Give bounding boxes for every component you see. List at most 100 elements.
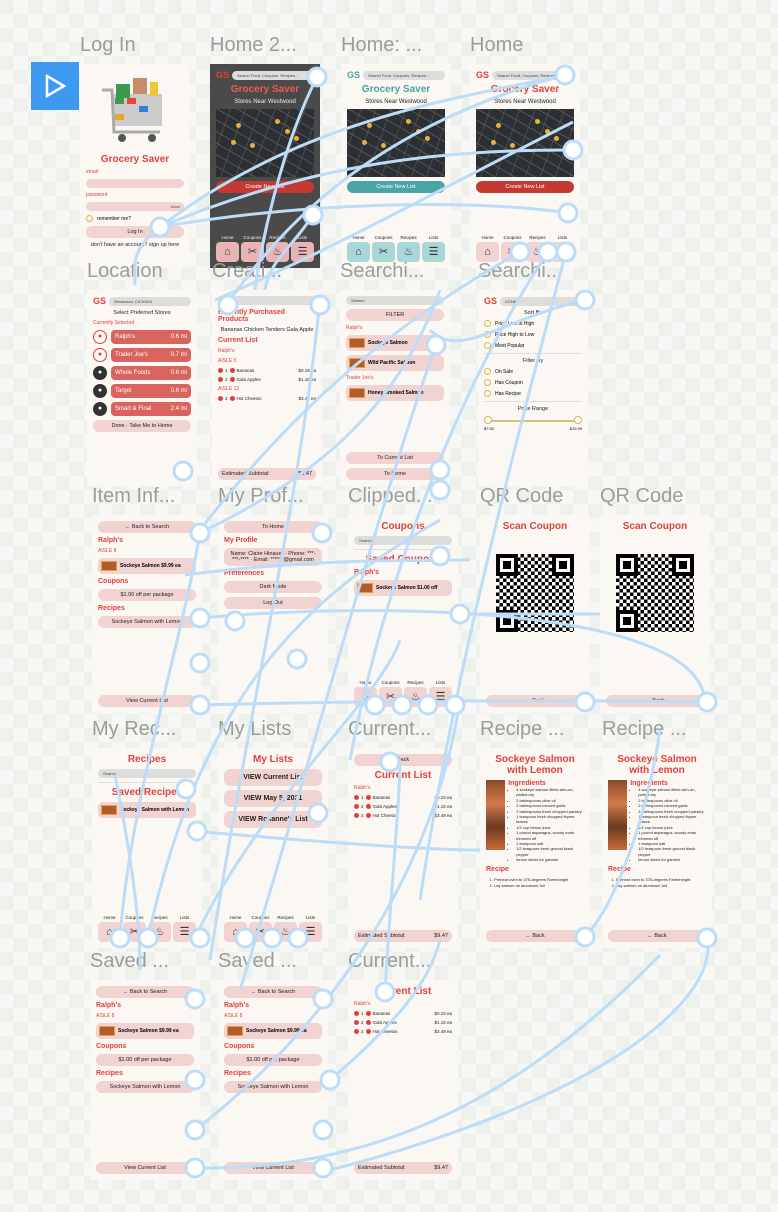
nav-coupons-icon[interactable]: ✂	[501, 242, 524, 262]
logo[interactable]: GS	[476, 70, 489, 80]
slider-handle-min[interactable]	[484, 416, 492, 424]
frame-title-recipe1[interactable]: Recipe ...	[480, 718, 564, 741]
radio-option[interactable]: On Sale	[484, 368, 582, 375]
button[interactable]: VIEW Current List	[224, 769, 322, 786]
store-button[interactable]: Trader Joe's 0.7 mi	[111, 348, 191, 362]
product-card[interactable]: Sockeye Salmon with Lemon	[98, 802, 196, 818]
button[interactable]: View Current List	[96, 1162, 194, 1174]
radio-option[interactable]: Most Popular	[484, 342, 582, 349]
map-pin-icon[interactable]	[415, 129, 421, 135]
frame-title-home[interactable]: Home	[470, 34, 523, 57]
input-field[interactable]	[86, 179, 184, 188]
button[interactable]: ← Back to Search	[98, 521, 196, 533]
nav-recipes-icon[interactable]: ♨	[266, 242, 289, 262]
button[interactable]: $1.00 off per package	[98, 589, 196, 601]
radio-icon[interactable]	[484, 320, 491, 327]
button[interactable]: View Current List	[224, 1162, 322, 1174]
button[interactable]: Create New List	[347, 181, 445, 193]
frame-title-mylists[interactable]: My Lists	[218, 718, 291, 741]
nav-lists-icon[interactable]: ☰	[291, 242, 314, 262]
frame-title-search2[interactable]: Searchi...	[478, 260, 562, 283]
nav-lists-icon[interactable]: ☰	[429, 687, 452, 707]
store-map[interactable]	[216, 109, 314, 177]
nav-home-icon[interactable]: ⌂	[216, 242, 239, 262]
frame-title-home3[interactable]: Home: ...	[341, 34, 422, 57]
product-card[interactable]: Sockeye Salmon	[346, 335, 444, 351]
minus-icon[interactable]	[218, 377, 223, 382]
minus-icon[interactable]	[354, 1011, 359, 1016]
plus-icon[interactable]	[229, 377, 235, 382]
nav-lists-icon[interactable]: ☰	[299, 922, 322, 942]
nav-home-icon[interactable]: ⌂	[347, 242, 370, 262]
minus-icon[interactable]	[354, 795, 359, 800]
logo[interactable]: GS	[484, 296, 497, 306]
slider-track[interactable]	[484, 416, 582, 426]
radio-icon[interactable]	[484, 368, 491, 375]
button[interactable]: Create New List	[216, 181, 314, 193]
minus-icon[interactable]	[354, 1029, 359, 1034]
nav-recipes-icon[interactable]: ♨	[404, 687, 427, 707]
minus-icon[interactable]	[218, 368, 223, 373]
input-field[interactable]: show	[86, 202, 184, 211]
button[interactable]: ← Back	[608, 930, 706, 942]
product-card[interactable]: Wild Pacific Salmon	[346, 355, 444, 371]
button[interactable]: FILTER	[346, 309, 444, 321]
button[interactable]: Sockeye Salmon with Lemon	[98, 616, 196, 628]
nav-home-icon[interactable]: ⌂	[354, 687, 377, 707]
nav-recipes-icon[interactable]: ♨	[274, 922, 297, 942]
button[interactable]: View Current List	[98, 695, 196, 707]
search-input[interactable]: Salmon	[346, 296, 444, 305]
nav-coupons-icon[interactable]: ✂	[123, 922, 146, 942]
product-card[interactable]: Sockeye Salmon $1.00 off	[354, 580, 452, 596]
radio-icon[interactable]	[484, 390, 491, 397]
button[interactable]: Sockeye Salmon with Lemon	[224, 1081, 322, 1093]
map-pin-icon[interactable]	[495, 122, 501, 128]
frame-title-clipped[interactable]: Clipped...	[348, 485, 433, 508]
map-pin-icon[interactable]	[361, 139, 367, 145]
radio-option[interactable]: Price High to Low	[484, 331, 582, 338]
radio-icon[interactable]	[484, 379, 491, 386]
store-button[interactable]: Ralph's 0.6 mi	[111, 330, 191, 344]
search-input[interactable]: Search	[218, 296, 316, 305]
store-button[interactable]: Whole Foods 0.6 mi	[111, 366, 191, 380]
logo[interactable]: GS	[347, 70, 360, 80]
plus-icon[interactable]	[365, 795, 371, 800]
frame-title-create[interactable]: Creati...	[212, 260, 282, 283]
button[interactable]: ← Back	[606, 695, 704, 707]
plus-icon[interactable]	[365, 1029, 371, 1034]
map-pin-icon[interactable]	[510, 143, 516, 148]
map-pin-icon[interactable]	[544, 129, 550, 135]
plus-icon[interactable]	[365, 813, 371, 818]
radio-icon[interactable]	[484, 342, 491, 349]
nav-home-icon[interactable]: ⌂	[224, 922, 247, 942]
store-option[interactable]: ● Trader Joe's 0.7 mi	[93, 348, 191, 362]
frame-title-qr2[interactable]: QR Code	[600, 485, 683, 508]
button[interactable]: Name: Claire Hinauer · Phone: ***-***-**…	[224, 548, 322, 566]
button[interactable]: Done · Take Me to Home	[93, 420, 191, 432]
button[interactable]: VIEW Roxanne's List	[224, 811, 322, 828]
button[interactable]: $1.00 off per package	[96, 1054, 194, 1066]
button[interactable]: ← Back to Search	[224, 986, 322, 998]
frame-title-recipe2[interactable]: Recipe ...	[602, 718, 686, 741]
logo[interactable]: GS	[93, 296, 106, 306]
product-card[interactable]: Sockeye Salmon $9.99 ea	[98, 558, 196, 574]
minus-icon[interactable]	[354, 813, 359, 818]
button[interactable]: Create New List	[476, 181, 574, 193]
frame-title-myrecipes[interactable]: My Rec...	[92, 718, 176, 741]
plus-icon[interactable]	[229, 368, 235, 373]
button[interactable]: Log In	[86, 226, 184, 238]
logo[interactable]: GS	[216, 70, 229, 80]
frame-title-current2[interactable]: Current...	[348, 950, 431, 973]
radio-icon[interactable]	[86, 215, 93, 222]
nav-recipes-icon[interactable]: ♨	[397, 242, 420, 262]
radio-option[interactable]: Has Recipe	[484, 390, 582, 397]
nav-home-icon[interactable]: ⌂	[98, 922, 121, 942]
plus-icon[interactable]	[229, 396, 235, 401]
button[interactable]: $1.00 off per package	[224, 1054, 322, 1066]
button[interactable]: Back	[354, 754, 452, 766]
nav-recipes-icon[interactable]: ♨	[526, 242, 549, 262]
frame-title-login[interactable]: Log In	[80, 34, 136, 57]
nav-coupons-icon[interactable]: ✂	[372, 242, 395, 262]
button[interactable]: To Home	[224, 521, 322, 533]
nav-coupons-icon[interactable]: ✂	[379, 687, 402, 707]
